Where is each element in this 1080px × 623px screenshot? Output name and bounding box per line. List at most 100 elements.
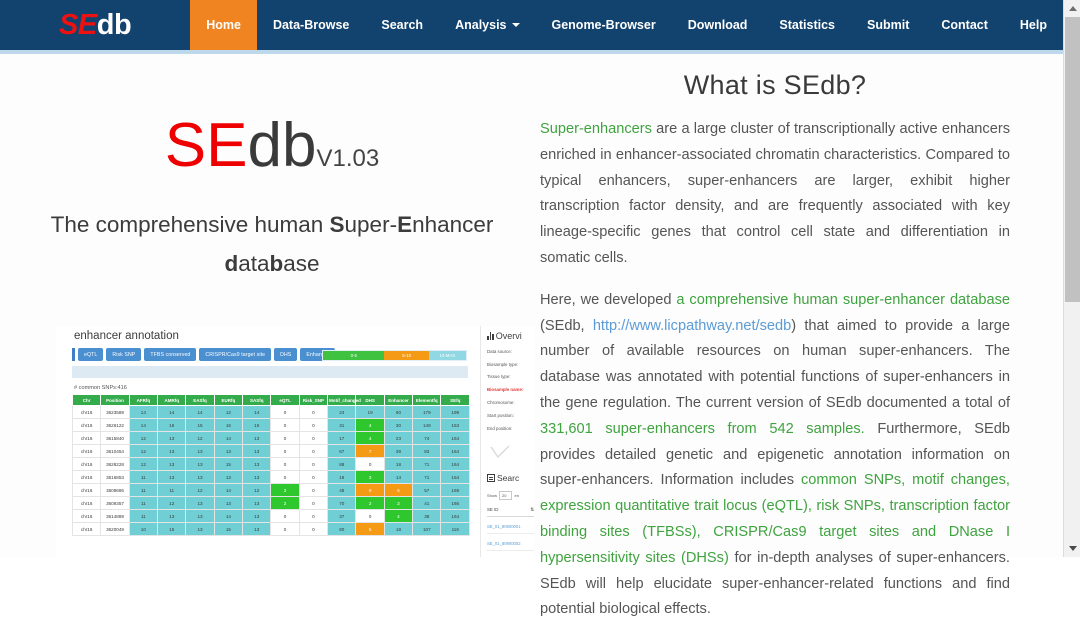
brand-tagline: The comprehensive human Super-Enhancer d… <box>12 205 532 283</box>
table-cell: 0 <box>270 444 300 458</box>
nav-item-home[interactable]: Home <box>190 0 257 50</box>
table-cell: 3623589 <box>100 405 130 419</box>
tagline-part-9: ase <box>283 251 320 276</box>
brand-se-text: SE <box>164 111 248 180</box>
table-cell: 3 <box>270 483 300 497</box>
tagline-part-7: ata <box>238 251 270 276</box>
table-cell: 19 <box>327 470 357 484</box>
nav-item-download[interactable]: Download <box>672 0 764 50</box>
preview-annotation-tabs: eQTL Risk SNP TFBS conserved CRISPR/Cas9 ta… <box>72 348 336 361</box>
preview-tab-marker <box>72 348 75 361</box>
nav-item-data-browse[interactable]: Data-Browse <box>257 0 365 50</box>
table-cell: 0 <box>298 405 329 419</box>
table-cell: 15 <box>185 418 215 432</box>
nav-item-statistics[interactable]: Statistics <box>763 0 851 50</box>
table-column-header: EASfq <box>185 394 215 406</box>
table-cell: 13 <box>242 444 272 458</box>
table-cell: 3615840 <box>100 431 130 445</box>
preview-tab[interactable]: eQTL <box>78 348 104 361</box>
table-cell: 13 <box>185 522 215 536</box>
table-cell: 11 <box>128 509 159 523</box>
tagline-part-5: nhancer <box>412 212 494 237</box>
table-cell: 30 <box>383 418 414 432</box>
show-select[interactable]: 20 <box>499 490 513 500</box>
scrollbar-down-arrow[interactable] <box>1064 540 1080 557</box>
nav-item-help[interactable]: Help <box>1004 0 1063 50</box>
table-cell: chr16 <box>71 444 102 458</box>
table-column-header: AMRfq <box>157 394 187 406</box>
nav-item-label: Search <box>381 18 424 32</box>
table-cell: 12 <box>128 457 159 471</box>
table-cell: 13 <box>213 470 244 484</box>
table-cell: 0 <box>270 509 300 523</box>
table-cell: chr16 <box>71 470 102 484</box>
intro-paragraph-2: Here, we developed a comprehensive human… <box>540 288 1010 623</box>
tagline-part-4: E <box>397 212 413 237</box>
site-logo[interactable]: SE db <box>0 0 190 50</box>
table-row: chr16 3620049 10 15 13 15 13 0 0 80 5 18 107 116 <box>71 522 470 536</box>
table-cell: 2 <box>270 496 300 510</box>
table-cell: 80 <box>327 522 357 536</box>
table-cell: 0 <box>270 470 300 484</box>
right-column: What is SEdb? Super-enhancers are a larg… <box>540 54 1010 617</box>
table-cell: 164 <box>440 431 470 445</box>
table-cell: 88 <box>327 457 357 471</box>
table-cell: 13 <box>213 496 244 510</box>
table-cell: 0 <box>270 522 300 536</box>
table-cell: chr16 <box>71 457 102 471</box>
table-cell: 0 <box>270 405 300 419</box>
preview-tab[interactable]: DHS <box>274 348 298 361</box>
preview-show-entries: Show 20 en <box>487 490 534 500</box>
table-cell: 31 <box>327 418 357 432</box>
table-cell: 13 <box>242 522 272 536</box>
table-cell: 4 <box>355 431 385 445</box>
table-column-header: eQTL <box>270 394 300 406</box>
table-cell: 11 <box>128 496 159 510</box>
table-cell: 164 <box>440 509 470 523</box>
table-cell: 14 <box>383 470 414 484</box>
scrollbar-up-arrow[interactable] <box>1064 0 1080 17</box>
table-cell: 0 <box>298 444 329 458</box>
preview-tab[interactable]: Risk SNP <box>106 348 142 361</box>
table-column-header: SEfq <box>440 394 470 406</box>
nav-item-analysis[interactable]: Analysis <box>439 0 535 50</box>
browser-scrollbar[interactable] <box>1063 0 1080 557</box>
scrollbar-thumb[interactable] <box>1065 17 1080 302</box>
preview-tab[interactable]: TFBS conserved <box>144 348 197 361</box>
nav-item-contact[interactable]: Contact <box>925 0 1004 50</box>
table-cell: 13 <box>185 470 215 484</box>
sort-icon[interactable]: ⇅ <box>530 507 534 513</box>
nav-item-genome-browser[interactable]: Genome-Browser <box>536 0 672 50</box>
table-cell: 169 <box>440 483 470 497</box>
table-cell: 4 <box>355 418 385 432</box>
table-column-header: EURfq <box>213 394 244 406</box>
table-cell: 0 <box>270 418 300 432</box>
table-cell: 164 <box>440 444 470 458</box>
table-cell: 60 <box>383 405 414 419</box>
preview-overview-title: Overvi <box>487 331 534 341</box>
table-cell: 5 <box>355 522 385 536</box>
nav-item-search[interactable]: Search <box>365 0 439 50</box>
database-url-link[interactable]: http://www.licpathway.net/sedb <box>593 318 791 334</box>
table-cell: 74 <box>412 431 442 445</box>
preview-seid-link[interactable]: SE_01_80900001 <box>487 524 534 534</box>
table-cell: 0 <box>298 457 329 471</box>
table-cell: 11 <box>128 483 159 497</box>
preview-field-biosample-name: Biosample name: <box>487 387 524 393</box>
preview-field-chromosome: Chromosome: <box>487 399 515 405</box>
nav-item-submit[interactable]: Submit <box>851 0 925 50</box>
brand-title: SEdbV1.03 <box>12 110 532 181</box>
preview-tab[interactable]: CRISPR/Cas9 target site <box>199 348 272 361</box>
table-cell: 14 <box>157 405 187 419</box>
preview-seid-link[interactable]: SE_01_80900002 <box>487 541 534 551</box>
table-cell: 83 <box>412 444 442 458</box>
show-suffix: en <box>514 492 519 498</box>
table-row: chr16 3628228 12 13 13 15 13 0 0 88 0 18 71 164 <box>71 457 470 471</box>
table-cell: 71 <box>412 457 442 471</box>
tagline-part-6: d <box>224 251 239 276</box>
intro-paragraph-1: Super-enhancers are a large cluster of t… <box>540 117 1010 272</box>
preview-data-table: Chr Position AFRfq AMRfq EASfq EURfq SASfq eQTL… <box>71 394 470 536</box>
table-cell: 67 <box>327 444 357 458</box>
app-preview-screenshot[interactable]: enhancer annotation eQTL Risk SNP TFBS con… <box>56 326 534 557</box>
table-cell: 19 <box>355 405 385 419</box>
